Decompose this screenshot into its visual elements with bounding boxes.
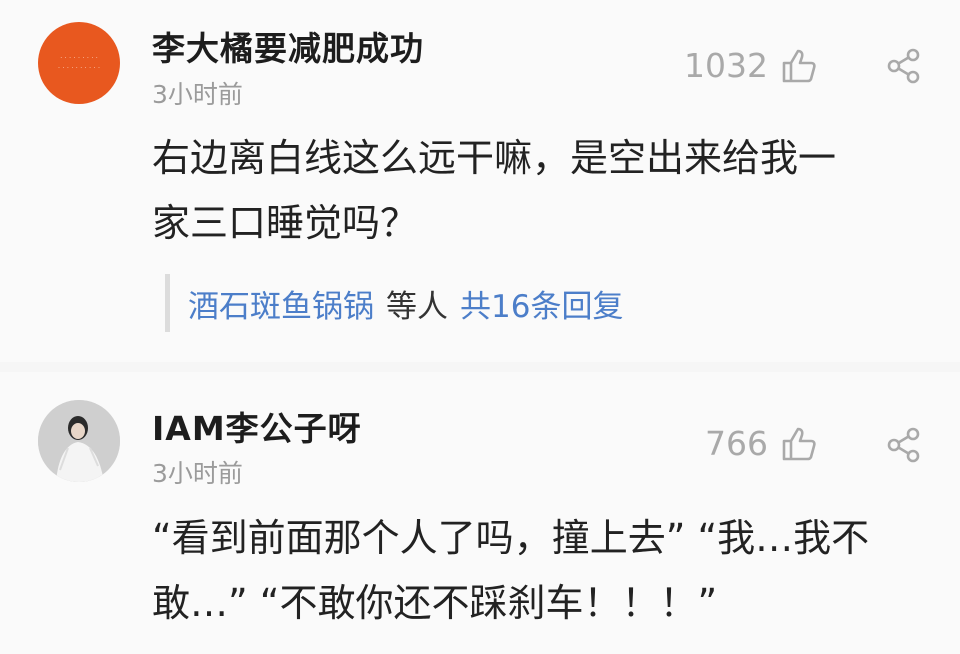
comment-item: IAM李公子呀 3小时前 766 “看到前面那个人了吗，撞上去” “我…我不 敢… [0,372,960,654]
comment-text: “看到前面那个人了吗，撞上去” “我…我不 敢…” “不敢你还不踩刹车！！！” [152,506,942,636]
reply-user-link[interactable]: 酒石斑鱼锅锅 [188,281,374,326]
comment-text-line: “看到前面那个人了吗，撞上去” “我…我不 [152,516,870,560]
avatar[interactable]: · · · · · · · · · · · · · · · · · · · [38,22,120,104]
avatar-lettering: · · · · · · · · · · · · · · · · · · · [57,54,101,72]
username[interactable]: 李大橘要减肥成功 [152,22,424,70]
reply-summary[interactable]: 酒石斑鱼锅锅 等人 共16条回复 [165,274,623,332]
comment-text: 右边离白线这么远干嘛，是空出来给我一 家三口睡觉吗？ [152,126,942,256]
thumbs-up-icon[interactable] [780,425,818,467]
timestamp: 3小时前 [152,459,243,488]
reply-count-link[interactable]: 共16条回复 [460,281,623,326]
comment-text-line: 家三口睡觉吗？ [152,201,419,245]
share-icon[interactable] [886,48,922,88]
comment-item: · · · · · · · · · · · · · · · · · · · 李大橘… [0,0,960,362]
reply-middle-text: 等人 [386,288,448,325]
comment-text-line: 右边离白线这么远干嘛，是空出来给我一 [152,136,837,180]
timestamp: 3小时前 [152,80,243,109]
thumbs-up-icon[interactable] [780,47,818,89]
username[interactable]: IAM李公子呀 [152,402,362,450]
share-icon[interactable] [886,427,922,467]
like-count: 766 [705,424,768,463]
avatar[interactable] [38,400,120,482]
comment-text-line: 敢…” “不敢你还不踩刹车！！！” [152,581,718,625]
like-count: 1032 [684,46,768,85]
